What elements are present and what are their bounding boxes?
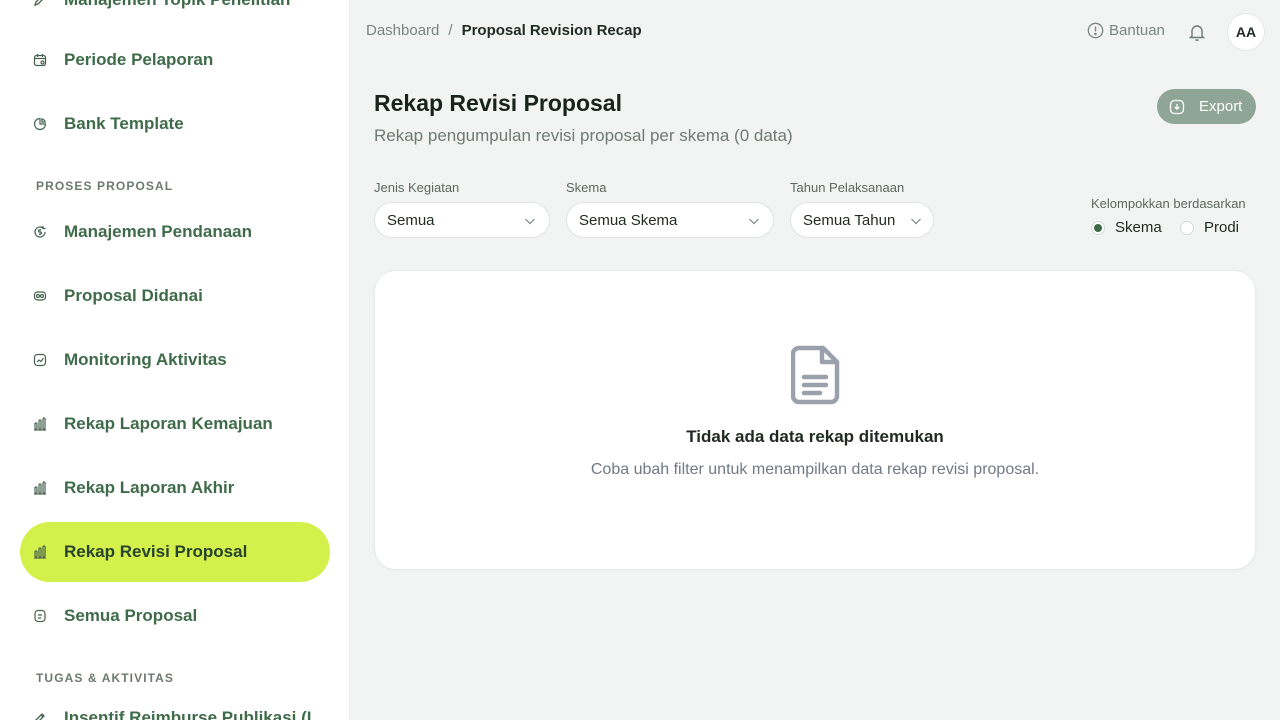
radio-checked-icon (1091, 220, 1105, 235)
help-button[interactable]: Bantuan (1087, 22, 1165, 39)
empty-state-card: Tidak ada data rekap ditemukan Coba ubah… (374, 270, 1256, 570)
page-subtitle: Rekap pengumpulan revisi proposal per sk… (374, 126, 793, 145)
empty-state-description: Coba ubah filter untuk menampilkan data … (590, 461, 1040, 478)
sidebar-item-label: Bank Template (64, 114, 184, 133)
money-icon (32, 288, 48, 304)
sidebar-item-label: Periode Pelaporan (64, 50, 214, 69)
radio-label: Skema (1115, 219, 1162, 236)
section-title-proses-proposal: PROSES PROPOSAL (36, 179, 174, 193)
sidebar-item-insentif-reimburse[interactable]: Insentif Reimburse Publikasi (L (20, 688, 330, 720)
sidebar-item-label: Manajemen Topik Penelitian (64, 0, 290, 10)
sidebar-item-label: Monitoring Aktivitas (64, 350, 227, 369)
sidebar-item-manajemen-topik[interactable]: Manajemen Topik Penelitian (20, 0, 330, 30)
breadcrumb-separator: / (448, 22, 453, 39)
sidebar-item-periode-pelaporan[interactable]: Periode Pelaporan (20, 30, 330, 90)
sidebar-item-rekap-revisi-proposal[interactable]: Rekap Revisi Proposal (20, 522, 330, 582)
sidebar-item-label: Rekap Laporan Akhir (64, 478, 235, 497)
avatar[interactable]: AA (1227, 13, 1265, 51)
breadcrumb-link-dashboard[interactable]: Dashboard (366, 22, 439, 39)
jenis-kegiatan-select[interactable]: Semua (374, 202, 550, 238)
select-value: Semua (387, 211, 435, 229)
export-label: Export (1199, 98, 1243, 115)
radio-label: Prodi (1204, 219, 1240, 236)
breadcrumb: Dashboard / Proposal Revision Recap (366, 22, 642, 39)
section-title-tugas-aktivitas: TUGAS & AKTIVITAS (36, 671, 175, 685)
help-label: Bantuan (1109, 22, 1165, 39)
sidebar-item-rekap-laporan-kemajuan[interactable]: Rekap Laporan Kemajuan (20, 394, 330, 454)
pen-icon (32, 0, 48, 8)
download-icon (1169, 99, 1185, 115)
bar-chart-icon (32, 480, 48, 496)
dollar-cycle-icon (32, 224, 48, 240)
filter-label-jenis-kegiatan: Jenis Kegiatan (374, 180, 460, 195)
pen-icon (32, 710, 48, 720)
breadcrumb-current: Proposal Revision Recap (461, 22, 642, 39)
radio-unchecked-icon (1180, 220, 1194, 235)
select-value: Semua Skema (579, 211, 678, 229)
notification-bell-icon[interactable] (1187, 22, 1207, 42)
sidebar-item-bank-template[interactable]: Bank Template (20, 94, 330, 154)
sidebar-item-monitoring-aktivitas[interactable]: Monitoring Aktivitas (20, 330, 330, 390)
bar-chart-icon (32, 544, 48, 560)
tahun-pelaksanaan-select[interactable]: Semua Tahun (790, 202, 934, 238)
info-icon (1087, 22, 1104, 39)
pie-icon (32, 116, 48, 132)
group-by-prodi-radio[interactable]: Prodi (1180, 219, 1239, 236)
sidebar-item-label: Manajemen Pendanaan (64, 222, 253, 241)
page-title: Rekap Revisi Proposal (374, 90, 622, 116)
sidebar-item-label: Proposal Didanai (64, 286, 203, 305)
document-icon (32, 608, 48, 624)
activity-icon (32, 352, 48, 368)
filter-label-tahun-pelaksanaan: Tahun Pelaksanaan (790, 180, 905, 195)
calendar-icon (32, 52, 48, 68)
select-value: Semua Tahun (803, 211, 896, 229)
sidebar: Manajemen Topik Penelitian Periode Pelap… (0, 0, 350, 720)
document-icon (790, 345, 841, 405)
sidebar-item-label: Rekap Laporan Kemajuan (64, 414, 273, 433)
sidebar-item-proposal-didanai[interactable]: Proposal Didanai (20, 266, 330, 326)
sidebar-item-label: Semua Proposal (64, 606, 198, 625)
sidebar-item-label: Rekap Revisi Proposal (64, 542, 248, 561)
bar-chart-icon (32, 416, 48, 432)
empty-state-title: Tidak ada data rekap ditemukan (686, 427, 944, 446)
sidebar-item-semua-proposal[interactable]: Semua Proposal (20, 586, 330, 646)
filter-label-skema: Skema (566, 180, 607, 195)
sidebar-item-manajemen-pendanaan[interactable]: Manajemen Pendanaan (20, 202, 330, 262)
export-button[interactable]: Export (1157, 89, 1256, 124)
skema-select[interactable]: Semua Skema (566, 202, 774, 238)
sidebar-item-rekap-laporan-akhir[interactable]: Rekap Laporan Akhir (20, 458, 330, 518)
chevron-down-icon (523, 214, 537, 228)
group-by-skema-radio[interactable]: Skema (1091, 219, 1162, 236)
group-by-label: Kelompokkan berdasarkan (1091, 196, 1246, 211)
chevron-down-icon (909, 214, 923, 228)
chevron-down-icon (747, 214, 761, 228)
sidebar-item-label: Insentif Reimburse Publikasi (L (64, 708, 318, 720)
